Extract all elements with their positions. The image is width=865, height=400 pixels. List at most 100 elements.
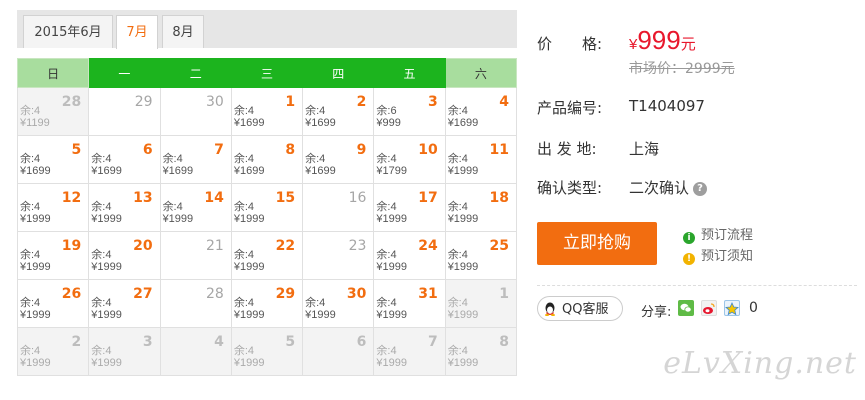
buy-now-button[interactable]: 立即抢购 [537, 222, 657, 265]
day-price: ¥1999 [447, 213, 479, 225]
calendar-day[interactable]: 2 余:4 ¥1699 [302, 87, 375, 136]
calendar-day[interactable]: 27 余:4 ¥1999 [88, 279, 161, 328]
info-icon: i [683, 232, 695, 244]
help-icon[interactable]: ? [693, 181, 708, 196]
calendar-day: 5 余:4 ¥1999 [230, 327, 304, 376]
calendar-day[interactable]: 9 余:4 ¥1699 [302, 135, 375, 184]
day-number: 8 [285, 142, 296, 158]
day-price: ¥1999 [20, 213, 51, 225]
day-number: 12 [61, 190, 82, 206]
calendar-week-row: 28 余:4 ¥1199 29 30 1 余:4 ¥1699 2 余:4 ¥1699 3 余:6 ¥999… [16, 87, 518, 136]
day-number: 6 [142, 142, 153, 158]
calendar-day: 23 [302, 231, 375, 280]
day-price: ¥1999 [233, 261, 265, 273]
calendar-day[interactable]: 31 余:4 ¥1999 [373, 279, 446, 328]
calendar-day[interactable]: 11 余:4 ¥1999 [444, 135, 518, 184]
day-number: 20 [133, 238, 153, 254]
calendar-day[interactable]: 10 余:4 ¥1799 [373, 135, 446, 184]
booking-calendar: 2015年6月 7月 8月 日 一 二 三 四 五 六 28 余:4 ¥1199 29… [16, 10, 518, 376]
calendar-day[interactable]: 5 余:4 ¥1699 [16, 135, 90, 184]
calendar-day[interactable]: 29 余:4 ¥1999 [230, 279, 304, 328]
confirm-type-text: 二次确认 [629, 179, 690, 197]
day-number: 24 [418, 238, 438, 254]
calendar-day[interactable]: 6 余:4 ¥1699 [88, 135, 161, 184]
day-price: ¥1999 [91, 261, 122, 273]
calendar-day[interactable]: 19 余:4 ¥1999 [16, 231, 90, 280]
day-price: ¥1999 [447, 309, 479, 321]
day-price: ¥1999 [447, 165, 479, 177]
day-remaining: 余:4 [376, 345, 397, 357]
calendar-day[interactable]: 17 余:4 ¥1999 [373, 183, 446, 232]
weekday-thu: 四 [302, 58, 375, 88]
day-number: 9 [356, 142, 367, 158]
day-number: 17 [418, 190, 438, 206]
calendar-day[interactable]: 14 余:4 ¥1999 [159, 183, 232, 232]
weekday-sat: 六 [444, 58, 518, 88]
calendar-day: 7 余:4 ¥1999 [373, 327, 446, 376]
share-count: 0 [749, 300, 758, 316]
day-remaining: 余:4 [20, 345, 41, 357]
calendar-day[interactable]: 7 余:4 ¥1699 [159, 135, 232, 184]
day-remaining: 余:4 [305, 297, 326, 309]
day-remaining: 余:4 [233, 105, 255, 117]
day-remaining: 余:4 [20, 249, 41, 261]
day-number: 14 [204, 190, 224, 206]
calendar-day[interactable]: 1 余:4 ¥1699 [230, 87, 304, 136]
calendar-day[interactable]: 25 余:4 ¥1999 [444, 231, 518, 280]
day-number: 4 [499, 94, 509, 110]
current-price: ¥999元 [629, 25, 696, 56]
calendar-day[interactable]: 30 余:4 ¥1999 [302, 279, 375, 328]
calendar-week-row: 2 余:4 ¥1999 3 余:4 ¥1999 4 5 余:4 ¥1999 6 7 余:4 ¥1999 8 余… [16, 327, 518, 376]
calendar-day[interactable]: 20 余:4 ¥1999 [88, 231, 161, 280]
day-remaining: 余:4 [305, 105, 326, 117]
day-remaining: 余:4 [233, 297, 255, 309]
day-remaining: 余:4 [20, 105, 41, 117]
calendar-day: 6 [302, 327, 375, 376]
calendar-day[interactable]: 8 余:4 ¥1699 [230, 135, 304, 184]
calendar-day[interactable]: 15 余:4 ¥1999 [230, 183, 304, 232]
tab-july[interactable]: 7月 [116, 15, 158, 49]
calendar-day[interactable]: 3 余:6 ¥999 [373, 87, 446, 136]
day-number: 25 [489, 238, 509, 254]
day-price: ¥1999 [376, 357, 407, 369]
calendar-day[interactable]: 12 余:4 ¥1999 [16, 183, 90, 232]
qq-service-button[interactable]: QQ客服 [537, 296, 623, 321]
day-remaining: 余:4 [447, 345, 468, 357]
calendar-day: 21 [159, 231, 232, 280]
calendar-day[interactable]: 26 余:4 ¥1999 [16, 279, 90, 328]
qzone-icon[interactable] [724, 300, 740, 316]
tab-august[interactable]: 8月 [162, 15, 204, 48]
booking-process-link[interactable]: i 预订流程 [683, 224, 753, 244]
day-price: ¥1699 [162, 165, 194, 177]
product-code-value: T1404097 [629, 97, 705, 115]
day-price: ¥1999 [162, 213, 194, 225]
day-number: 27 [133, 286, 153, 302]
wechat-icon[interactable] [678, 300, 694, 316]
calendar-week-row: 12 余:4 ¥1999 13 余:4 ¥1999 14 余:4 ¥1999 15 余:4 ¥1999… [16, 183, 518, 232]
booking-notice-text: 预订须知 [701, 249, 754, 264]
day-remaining: 余:4 [447, 249, 468, 261]
calendar-day[interactable]: 13 余:4 ¥1999 [88, 183, 161, 232]
calendar-day[interactable]: 22 余:4 ¥1999 [230, 231, 304, 280]
day-remaining: 余:4 [447, 105, 468, 117]
booking-notice-link[interactable]: ! 预订须知 [683, 245, 753, 265]
day-price: ¥1699 [305, 165, 336, 177]
weibo-icon[interactable] [701, 300, 717, 316]
day-price: ¥999 [376, 117, 401, 129]
day-remaining: 余:4 [91, 153, 112, 165]
day-remaining: 余:6 [376, 105, 397, 117]
calendar-day[interactable]: 4 余:4 ¥1699 [444, 87, 518, 136]
calendar-day[interactable]: 24 余:4 ¥1999 [373, 231, 446, 280]
day-price: ¥1699 [233, 165, 265, 177]
weekday-fri: 五 [373, 58, 446, 88]
calendar-week-row: 5 余:4 ¥1699 6 余:4 ¥1699 7 余:4 ¥1699 8 余:4 ¥1699 9 余:4… [16, 135, 518, 184]
calendar-week-row: 19 余:4 ¥1999 20 余:4 ¥1999 21 22 余:4 ¥1999 23 24 余:4 ¥… [16, 231, 518, 280]
day-price: ¥1999 [376, 261, 407, 273]
product-code-label: 产品编号: [537, 99, 603, 117]
tab-june[interactable]: 2015年6月 [23, 15, 113, 48]
day-number: 28 [61, 94, 82, 110]
calendar-day[interactable]: 18 余:4 ¥1999 [444, 183, 518, 232]
day-number: 3 [142, 334, 153, 350]
day-remaining: 余:4 [447, 201, 468, 213]
day-remaining: 余:4 [91, 345, 112, 357]
